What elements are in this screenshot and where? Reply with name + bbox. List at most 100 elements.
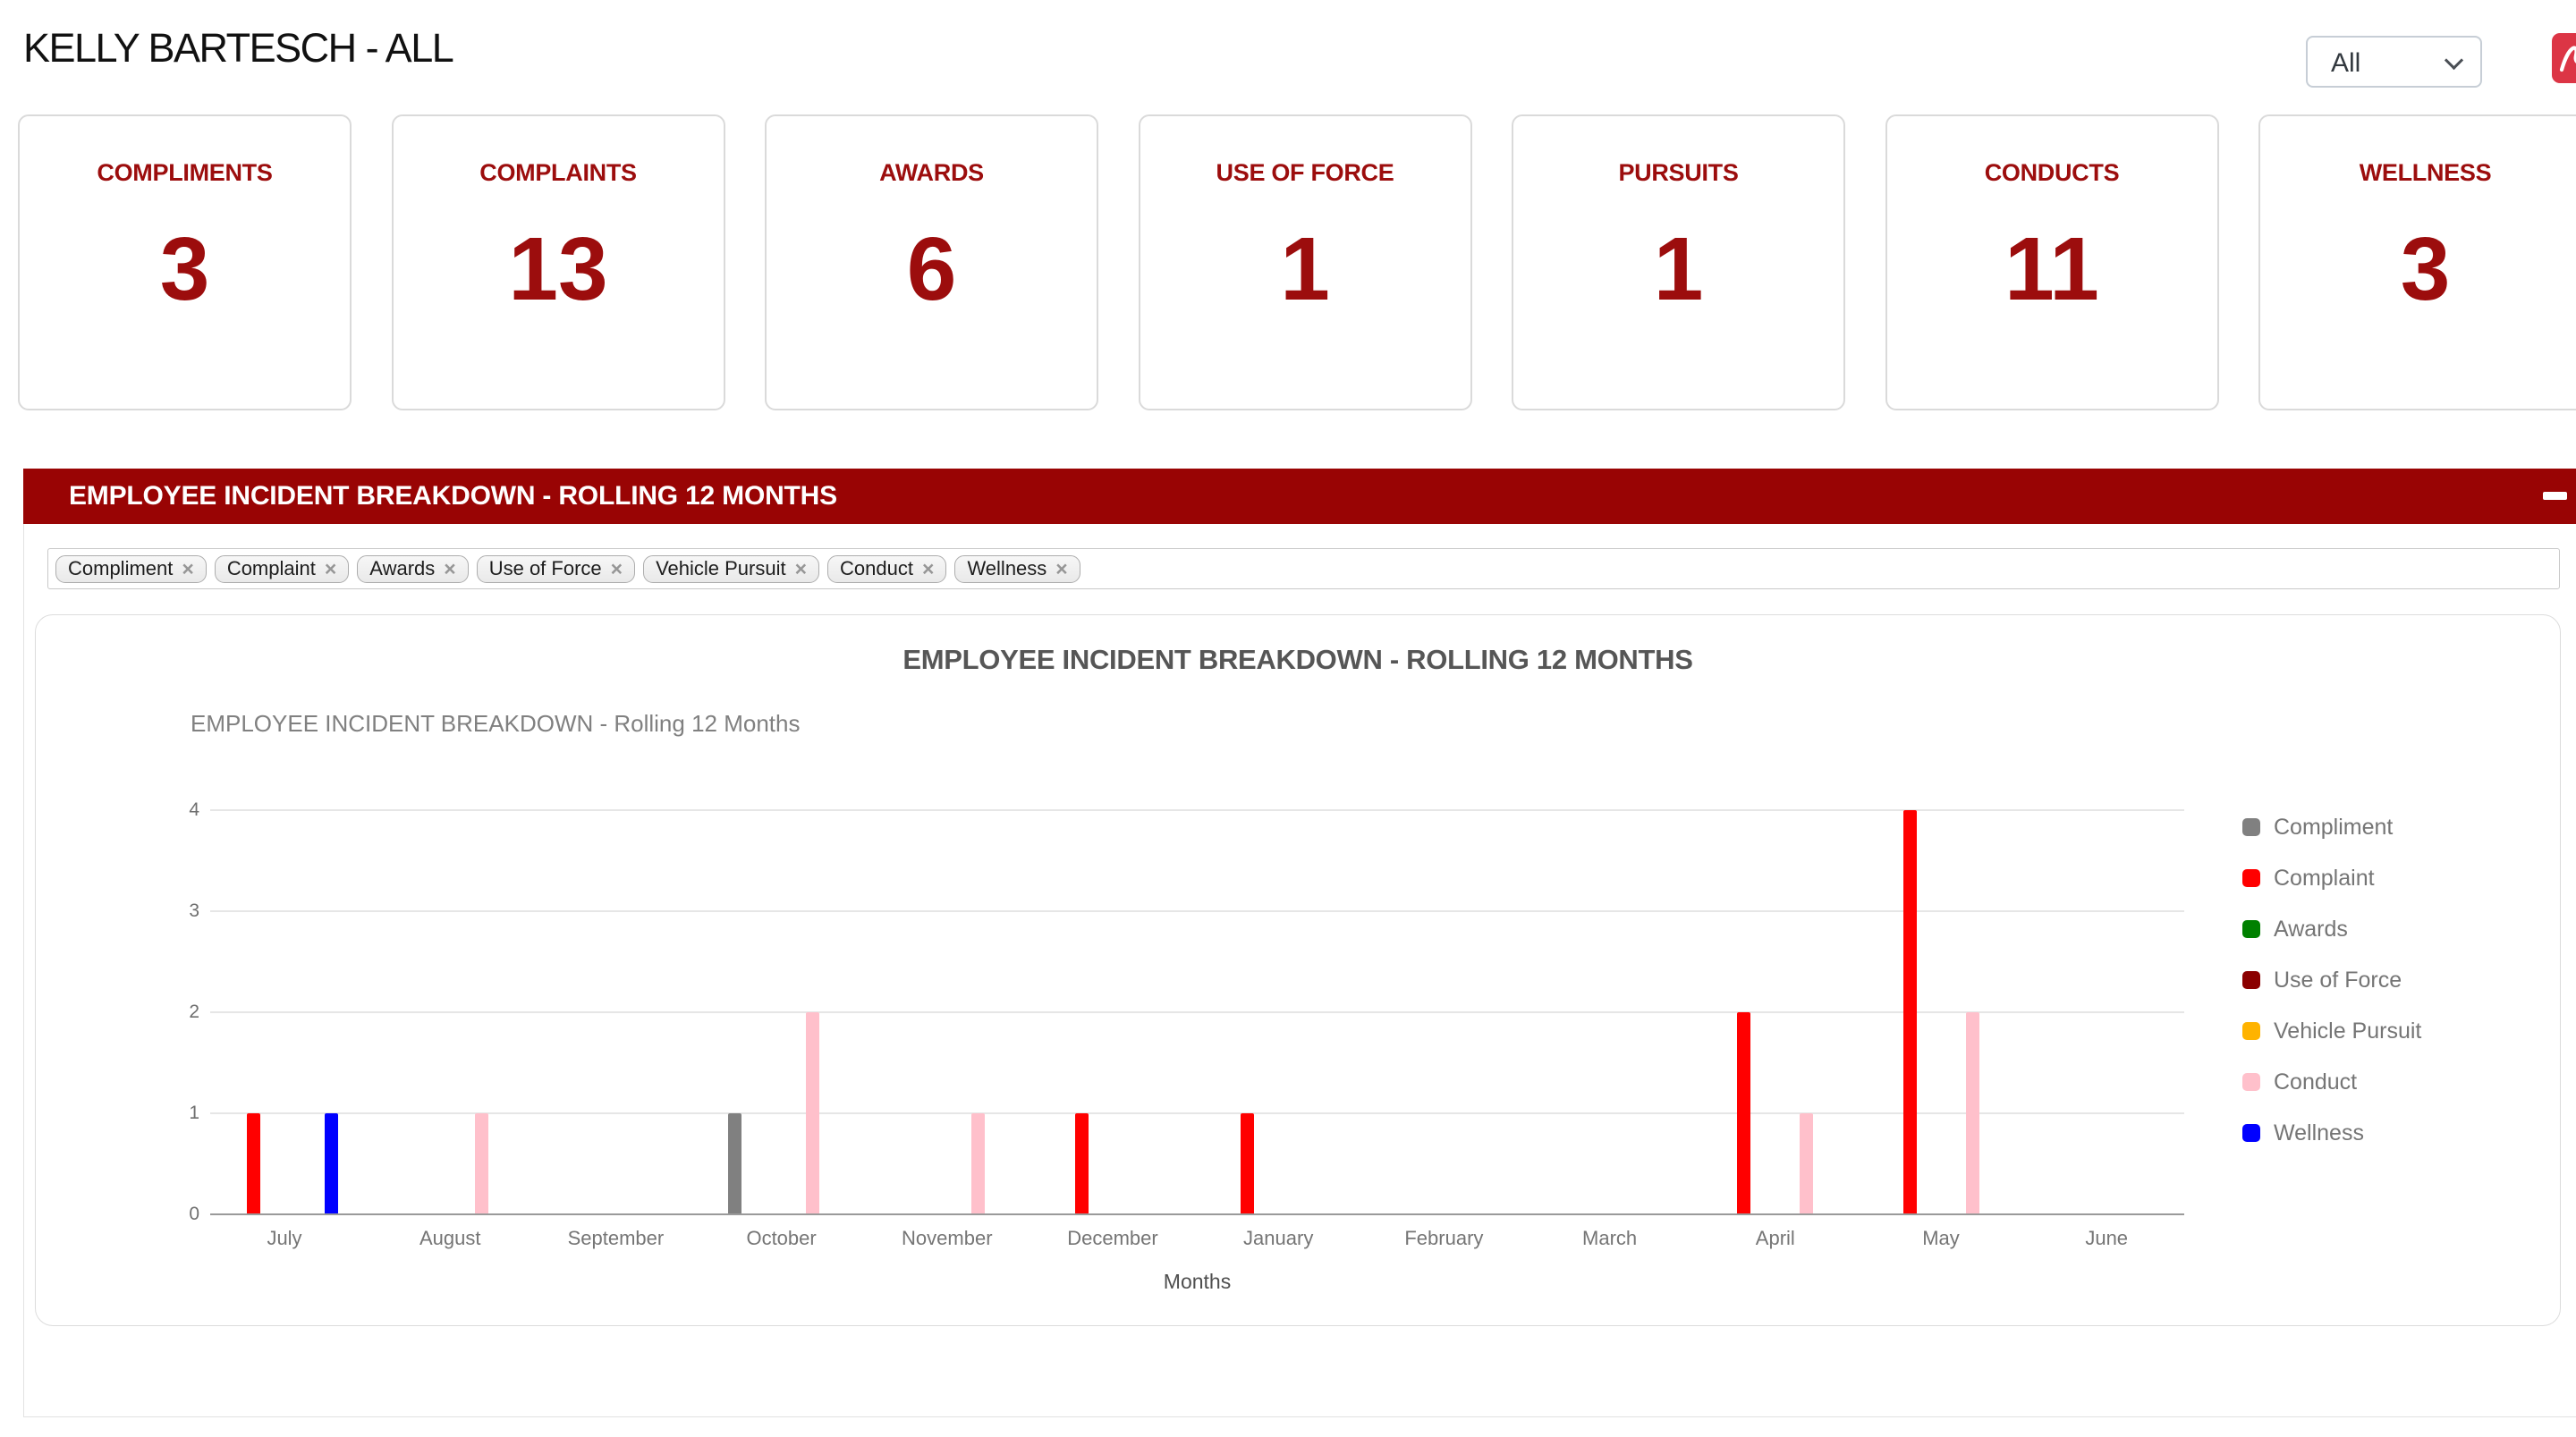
bar-conduct-may[interactable]: [1966, 1012, 1979, 1214]
bar-complaint-may[interactable]: [1903, 810, 1917, 1214]
bar-compliment-october[interactable]: [728, 1113, 741, 1214]
pdf-export-icon[interactable]: [2552, 33, 2576, 83]
filter-tag-label: Vehicle Pursuit: [656, 557, 786, 580]
bar-complaint-december[interactable]: [1075, 1113, 1089, 1214]
remove-tag-icon[interactable]: ×: [611, 559, 623, 579]
x-tick-label-august: August: [374, 1227, 526, 1250]
stat-card-value: 11: [1887, 224, 2217, 314]
remove-tag-icon[interactable]: ×: [444, 559, 455, 579]
bar-conduct-august[interactable]: [475, 1113, 488, 1214]
stat-card-label: AWARDS: [767, 159, 1097, 187]
bar-complaint-july[interactable]: [247, 1113, 260, 1214]
filter-tags-input[interactable]: Compliment×Complaint×Awards×Use of Force…: [47, 548, 2560, 589]
x-tick-label-september: September: [539, 1227, 691, 1250]
stat-card-value: 1: [1513, 224, 1843, 314]
stat-card-value: 13: [394, 224, 724, 314]
page-title: KELLY BARTESCH - ALL: [23, 25, 453, 72]
filter-tag-label: Wellness: [967, 557, 1046, 580]
stat-card-use-of-force: USE OF FORCE 1: [1139, 114, 1472, 410]
x-tick-label-june: June: [2030, 1227, 2182, 1250]
filter-tag-complaint[interactable]: Complaint ×: [215, 555, 349, 583]
y-tick-label: 0: [155, 1203, 199, 1226]
x-tick-label-february: February: [1368, 1227, 1520, 1250]
legend-swatch-vehicle-pursuit: [2242, 1022, 2260, 1040]
remove-tag-icon[interactable]: ×: [795, 559, 807, 579]
x-tick-label-november: November: [871, 1227, 1023, 1250]
x-tick-label-january: January: [1202, 1227, 1354, 1250]
y-tick-label: 1: [155, 1102, 199, 1125]
filter-tag-vehicle-pursuit[interactable]: Vehicle Pursuit ×: [643, 555, 819, 583]
chart-subtitle: EMPLOYEE INCIDENT BREAKDOWN - Rolling 12…: [191, 710, 800, 738]
remove-tag-icon[interactable]: ×: [325, 559, 336, 579]
stat-card-pursuits: PURSUITS 1: [1512, 114, 1845, 410]
filter-tag-label: Complaint: [227, 557, 316, 580]
legend-swatch-complaint: [2242, 869, 2260, 887]
bar-conduct-april[interactable]: [1800, 1113, 1813, 1214]
filter-tag-awards[interactable]: Awards ×: [357, 555, 468, 583]
chevron-down-icon: [2445, 51, 2463, 70]
stat-card-label: PURSUITS: [1513, 159, 1843, 187]
gridline-4: [210, 809, 2184, 811]
legend-label-compliment: Compliment: [2274, 815, 2393, 840]
x-tick-label-july: July: [208, 1227, 360, 1250]
chart-card: EMPLOYEE INCIDENT BREAKDOWN - ROLLING 12…: [35, 614, 2561, 1326]
collapse-minus-icon[interactable]: [2543, 492, 2567, 500]
filter-tag-label: Awards: [369, 557, 435, 580]
remove-tag-icon[interactable]: ×: [922, 559, 934, 579]
remove-tag-icon[interactable]: ×: [182, 559, 193, 579]
panel-header-bar[interactable]: EMPLOYEE INCIDENT BREAKDOWN - ROLLING 12…: [23, 469, 2576, 524]
x-tick-label-december: December: [1037, 1227, 1189, 1250]
gridline-2: [210, 1011, 2184, 1013]
legend-swatch-compliment: [2242, 818, 2260, 836]
panel-title: EMPLOYEE INCIDENT BREAKDOWN - ROLLING 12…: [69, 469, 837, 524]
filter-tag-conduct[interactable]: Conduct×: [827, 555, 946, 583]
x-axis-title: Months: [210, 1270, 2184, 1294]
filter-tag-wellness[interactable]: Wellness ×: [954, 555, 1080, 583]
stat-card-wellness: WELLNESS 3: [2258, 114, 2576, 410]
stat-card-value: 1: [1140, 224, 1470, 314]
legend-label-conduct: Conduct: [2274, 1069, 2357, 1095]
x-tick-label-october: October: [706, 1227, 858, 1250]
bar-complaint-january[interactable]: [1241, 1113, 1254, 1214]
stat-card-label: WELLNESS: [2260, 159, 2576, 187]
legend-swatch-wellness: [2242, 1124, 2260, 1142]
legend-swatch-awards: [2242, 920, 2260, 938]
x-tick-label-may: May: [1865, 1227, 2017, 1250]
scope-dropdown[interactable]: All: [2306, 36, 2482, 88]
stat-card-value: 6: [767, 224, 1097, 314]
bar-conduct-november[interactable]: [971, 1113, 985, 1214]
stat-card-awards: AWARDS 6: [765, 114, 1098, 410]
stat-card-label: COMPLAINTS: [394, 159, 724, 187]
remove-tag-icon[interactable]: ×: [1055, 559, 1067, 579]
legend-label-vehicle-pursuit: Vehicle Pursuit: [2274, 1019, 2421, 1044]
chart-title: EMPLOYEE INCIDENT BREAKDOWN - ROLLING 12…: [36, 644, 2560, 676]
stat-card-label: COMPLIMENTS: [20, 159, 350, 187]
stat-card-label: CONDUCTS: [1887, 159, 2217, 187]
scope-dropdown-value: All: [2331, 48, 2360, 79]
legend-label-use-of-force: Use of Force: [2274, 968, 2402, 993]
legend-label-awards: Awards: [2274, 917, 2348, 942]
bar-complaint-april[interactable]: [1737, 1012, 1750, 1214]
incident-breakdown-panel: EMPLOYEE INCIDENT BREAKDOWN - ROLLING 12…: [23, 469, 2576, 1417]
legend-label-complaint: Complaint: [2274, 866, 2375, 891]
filter-tag-label: Use of Force: [489, 557, 602, 580]
filter-tag-compliment[interactable]: Compliment ×: [55, 555, 207, 583]
y-tick-label: 4: [155, 799, 199, 822]
bar-conduct-october[interactable]: [806, 1012, 819, 1214]
gridline-3: [210, 910, 2184, 912]
bar-wellness-july[interactable]: [325, 1113, 338, 1214]
gridline-1: [210, 1112, 2184, 1114]
stat-card-complaints: COMPLAINTS 13: [392, 114, 725, 410]
stat-card-label: USE OF FORCE: [1140, 159, 1470, 187]
legend-swatch-use-of-force: [2242, 971, 2260, 989]
stat-card-compliments: COMPLIMENTS3: [18, 114, 352, 410]
filter-tag-use-of-force[interactable]: Use of Force ×: [477, 555, 635, 583]
x-axis-line: [210, 1213, 2184, 1215]
legend-swatch-conduct: [2242, 1073, 2260, 1091]
filter-tag-label: Compliment: [68, 557, 173, 580]
y-tick-label: 3: [155, 900, 199, 923]
y-tick-label: 2: [155, 1001, 199, 1024]
stat-card-value: 3: [2260, 224, 2576, 314]
dashboard-page: KELLY BARTESCH - ALL All COMPLIMENTS3COM…: [0, 0, 2576, 1437]
stat-card-conducts: CONDUCTS 11: [1885, 114, 2219, 410]
